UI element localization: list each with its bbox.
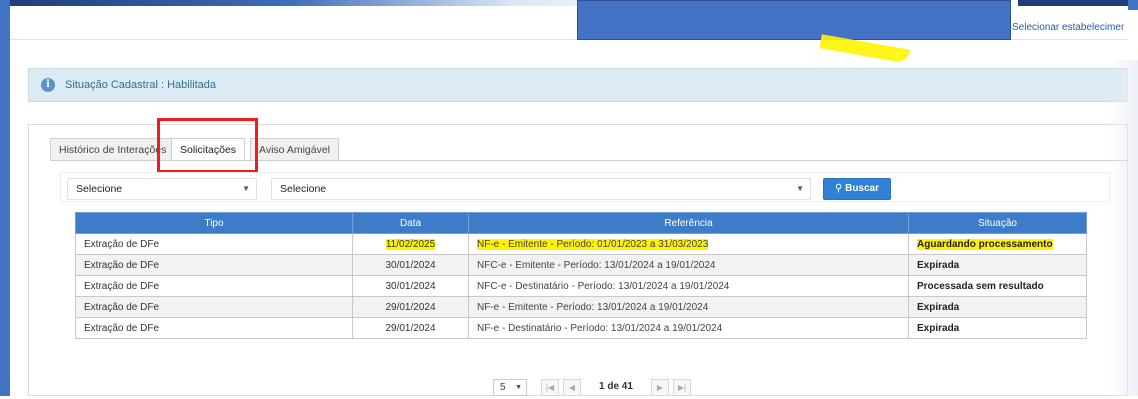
cell-situacao: Expirada	[908, 296, 1087, 318]
cell-situacao: Expirada	[908, 317, 1087, 339]
page-indicator: 1 de 41	[599, 381, 633, 392]
table-header-row: Tipo Data Referência Situação	[75, 212, 1087, 234]
search-button[interactable]: ⚲ Buscar	[823, 178, 891, 200]
highlighted-date: 11/02/2025	[385, 238, 436, 250]
filter-row: Selecione ▼ Selecione ▼ ⚲ Buscar	[60, 172, 1110, 202]
cell-data: 29/01/2024	[352, 317, 469, 339]
search-icon: ⚲	[834, 183, 843, 194]
cell-data: 29/01/2024	[352, 296, 469, 318]
outer-frame-left	[0, 0, 10, 396]
highlighted-reference: NF-e - Emitente - Período: 01/01/2023 a …	[477, 238, 709, 250]
cell-referencia: NF-e - Emitente - Período: 01/01/2023 a …	[468, 233, 909, 255]
requests-table: Tipo Data Referência Situação Extração d…	[75, 212, 1087, 339]
info-icon: i	[41, 78, 55, 92]
table-row[interactable]: Extração de DFe 29/01/2024 NF-e - Destin…	[75, 317, 1087, 339]
chevron-down-icon: ▼	[515, 384, 522, 391]
registration-status-text: Situação Cadastral : Habilitada	[65, 79, 217, 91]
tab-baseline	[50, 160, 1128, 161]
header-stripe-right	[1018, 0, 1128, 6]
first-page-icon[interactable]: |◀	[541, 379, 559, 396]
column-header-tipo[interactable]: Tipo	[75, 212, 353, 234]
cell-tipo: Extração de DFe	[75, 275, 353, 297]
cell-data: 30/01/2024	[352, 254, 469, 276]
chevron-down-icon: ▼	[242, 184, 250, 193]
column-header-data[interactable]: Data	[352, 212, 469, 234]
page-size-select[interactable]: 5 ▼	[493, 379, 527, 396]
table-row[interactable]: Extração de DFe 11/02/2025 NF-e - Emiten…	[75, 233, 1087, 255]
cell-tipo: Extração de DFe	[75, 296, 353, 318]
cell-situacao: Aguardando processamento	[908, 233, 1087, 255]
select-establishment-link[interactable]: Selecionar estabelecimen	[1012, 22, 1124, 33]
chevron-down-icon: ▼	[796, 184, 804, 193]
column-header-situacao[interactable]: Situação	[908, 212, 1087, 234]
cell-data: 11/02/2025	[352, 233, 469, 255]
highlighted-status: Aguardando processamento	[917, 238, 1053, 250]
table-row[interactable]: Extração de DFe 30/01/2024 NFC-e - Desti…	[75, 275, 1087, 297]
filter-select-1-value: Selecione	[76, 183, 123, 195]
right-edge-fade	[1108, 60, 1138, 396]
cell-data: 30/01/2024	[352, 275, 469, 297]
tab-aviso-amigavel[interactable]: Aviso Amigável	[250, 138, 340, 160]
prev-page-icon[interactable]: ◀	[563, 379, 581, 396]
table-row[interactable]: Extração de DFe 30/01/2024 NFC-e - Emite…	[75, 254, 1087, 276]
filter-select-1[interactable]: Selecione ▼	[67, 178, 257, 200]
registration-status-bar: i Situação Cadastral : Habilitada	[28, 68, 1128, 102]
table-row[interactable]: Extração de DFe 29/01/2024 NF-e - Emiten…	[75, 296, 1087, 318]
column-header-referencia[interactable]: Referência	[468, 212, 909, 234]
cell-situacao: Processada sem resultado	[908, 275, 1087, 297]
next-page-icon[interactable]: ▶	[651, 379, 669, 396]
tab-historico-interacoes[interactable]: Histórico de Interações	[50, 138, 176, 160]
tab-solicitacoes[interactable]: Solicitações	[171, 138, 246, 161]
cell-tipo: Extração de DFe	[75, 254, 353, 276]
cell-referencia: NF-e - Emitente - Período: 13/01/2024 a …	[468, 296, 909, 318]
cell-referencia: NFC-e - Emitente - Período: 13/01/2024 a…	[468, 254, 909, 276]
cell-tipo: Extração de DFe	[75, 233, 353, 255]
redaction-box	[577, 0, 1011, 40]
filter-select-2-value: Selecione	[280, 183, 327, 195]
cell-situacao: Expirada	[908, 254, 1087, 276]
cell-referencia: NFC-e - Destinatário - Período: 13/01/20…	[468, 275, 909, 297]
search-button-label: Buscar	[845, 183, 879, 194]
cell-referencia: NF-e - Destinatário - Período: 13/01/202…	[468, 317, 909, 339]
page-size-value: 5	[500, 382, 506, 393]
cell-tipo: Extração de DFe	[75, 317, 353, 339]
filter-select-2[interactable]: Selecione ▼	[271, 178, 811, 200]
last-page-icon[interactable]: ▶|	[673, 379, 691, 396]
